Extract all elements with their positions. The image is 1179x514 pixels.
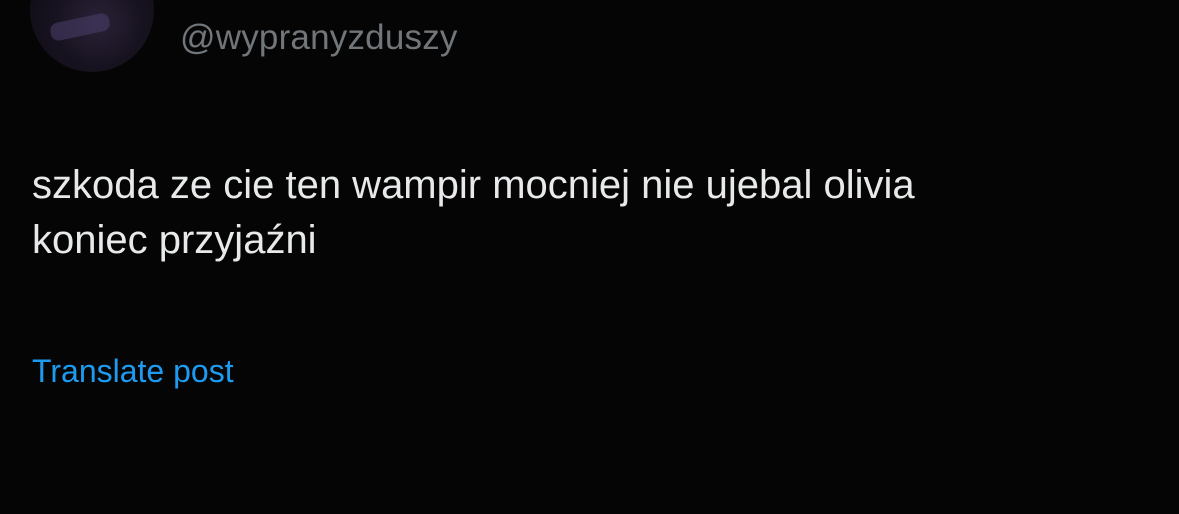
avatar[interactable] — [30, 0, 154, 72]
post-text-line: szkoda ze cie ten wampir mocniej nie uje… — [32, 163, 915, 207]
avatar-image-detail — [48, 11, 112, 43]
post-text: szkoda ze cie ten wampir mocniej nie uje… — [32, 158, 1142, 268]
post-text-line: koniec przyjaźni — [32, 218, 317, 262]
translate-post-link[interactable]: Translate post — [32, 353, 234, 390]
tweet-post: @wypranyzduszy szkoda ze cie ten wampir … — [0, 0, 1179, 514]
user-handle[interactable]: @wypranyzduszy — [180, 18, 458, 58]
